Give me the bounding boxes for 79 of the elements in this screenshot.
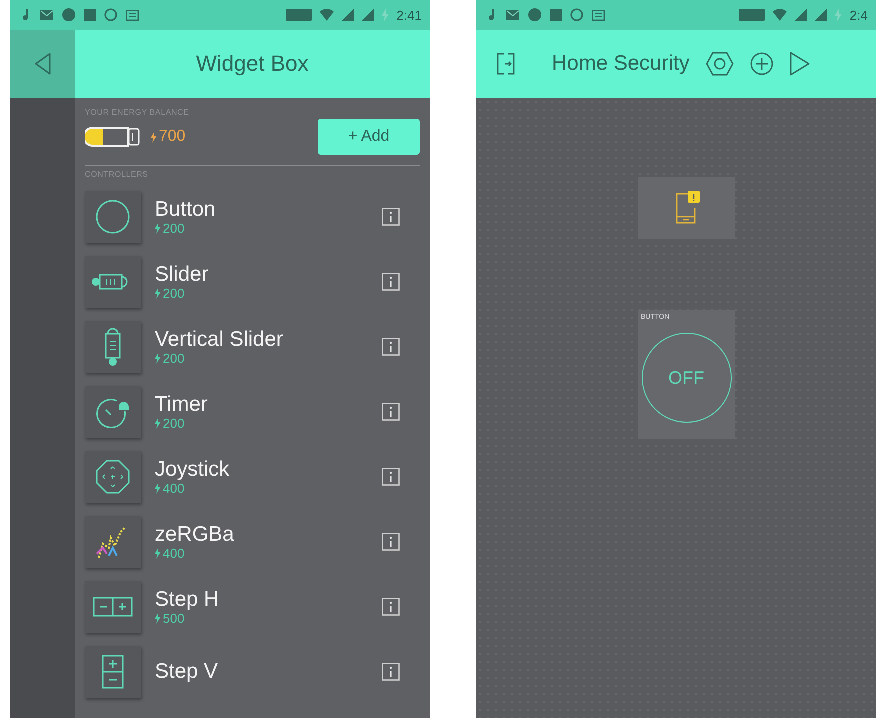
info-icon[interactable]	[382, 663, 400, 681]
widget-name: Timer	[155, 392, 209, 416]
widget-tile[interactable]	[85, 581, 141, 633]
info-icon[interactable]	[382, 598, 400, 616]
clock-time: 2:4	[850, 8, 868, 22]
info-icon[interactable]	[382, 273, 400, 291]
signal-icon	[342, 9, 354, 21]
widget-price: 400	[155, 546, 382, 562]
off-toggle-button[interactable]: OFF	[642, 333, 732, 423]
back-arrow-icon	[34, 53, 52, 75]
signal-icon	[362, 9, 374, 21]
battery-saver-icon	[286, 9, 312, 21]
widget-name: Button	[155, 198, 217, 222]
widget-price: 200	[155, 221, 382, 236]
wifi-icon	[772, 9, 787, 21]
widget-tile[interactable]	[85, 321, 141, 373]
charging-icon	[834, 8, 842, 22]
chat-icon	[104, 8, 118, 22]
wifi-icon	[320, 9, 334, 21]
widget-tile[interactable]	[85, 191, 141, 243]
widget-tile[interactable]	[85, 256, 141, 308]
exit-icon[interactable]	[496, 53, 516, 75]
battery-saver-icon	[738, 9, 765, 21]
mail-icon	[40, 10, 54, 20]
energy-bolt-icon	[155, 548, 161, 560]
widget-price: 400	[155, 481, 382, 496]
image-icon	[84, 9, 96, 21]
add-circle-icon[interactable]	[750, 52, 774, 76]
widget-price: 200	[155, 351, 382, 366]
info-icon[interactable]	[382, 208, 400, 226]
play-icon[interactable]	[790, 52, 810, 76]
widget-price: 200	[155, 286, 382, 302]
message-icon	[126, 10, 139, 20]
phone-notification-icon	[674, 191, 700, 225]
widget-name: Slider	[155, 262, 210, 286]
circle-icon	[95, 199, 131, 235]
info-icon[interactable]	[382, 338, 400, 356]
minus-plus-icon	[102, 655, 124, 689]
clock-time: 2:41	[396, 8, 422, 22]
widget-price: 200	[155, 416, 382, 432]
signal-icon	[794, 9, 807, 21]
mail-icon	[506, 10, 520, 20]
vertical-slider-icon	[103, 327, 123, 367]
energy-bolt-icon	[155, 418, 161, 430]
widget-name: Joystick	[155, 458, 231, 482]
energy-amount: 700	[151, 128, 310, 146]
energy-bolt-icon	[155, 353, 161, 364]
energy-bolt-icon	[155, 288, 161, 300]
screen-title: Home Security	[552, 52, 690, 76]
energy-bolt-icon	[155, 613, 161, 624]
widget-tile[interactable]	[85, 386, 141, 438]
widget-price: 500	[155, 611, 382, 626]
widget-tile[interactable]	[85, 516, 141, 568]
energy-bolt-icon	[151, 132, 157, 142]
battery-icon	[85, 126, 143, 148]
info-icon[interactable]	[382, 533, 400, 551]
signal-icon	[814, 9, 827, 21]
widget-name: zeRGBa	[155, 522, 236, 546]
circle-app-icon	[62, 8, 76, 22]
notification-widget[interactable]	[638, 177, 735, 239]
image-icon	[550, 9, 562, 21]
joystick-icon	[95, 459, 131, 495]
charging-icon	[382, 8, 389, 22]
screen-title: Widget Box	[196, 51, 309, 77]
widget-name: Step V	[155, 660, 220, 684]
chat-icon	[570, 8, 584, 22]
energy-bolt-icon	[155, 223, 161, 234]
circle-app-icon	[528, 8, 542, 22]
info-icon[interactable]	[382, 403, 400, 421]
info-icon[interactable]	[382, 468, 400, 486]
energy-bolt-icon	[155, 483, 161, 494]
add-energy-button[interactable]: + Add	[318, 119, 420, 155]
widget-name: Step H	[155, 588, 220, 612]
widget-name: Vertical Slider	[155, 328, 284, 352]
minus-plus-icon	[93, 597, 133, 617]
settings-icon[interactable]	[706, 52, 734, 76]
message-icon	[592, 10, 605, 20]
widget-tile[interactable]	[85, 451, 141, 503]
widget-tile[interactable]	[85, 646, 141, 698]
